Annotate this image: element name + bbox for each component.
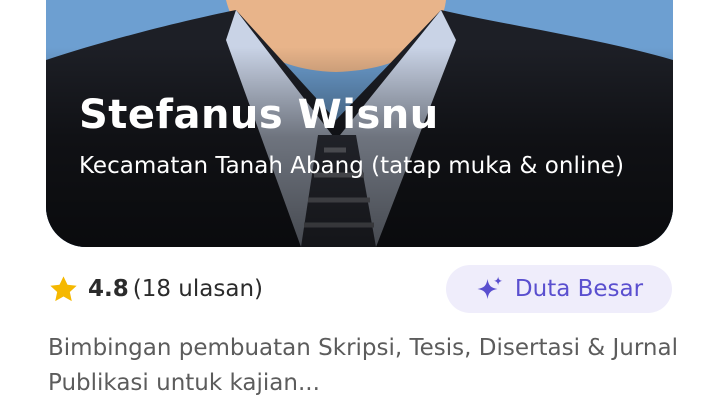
profile-photo[interactable]: Stefanus Wisnu Kecamatan Tanah Abang (ta… [46,0,673,247]
duta-besar-badge[interactable]: Duta Besar [446,265,672,313]
rating-count: (18 ulasan) [132,276,263,302]
tutor-name: Stefanus Wisnu [79,92,439,138]
tutor-card[interactable]: Stefanus Wisnu Kecamatan Tanah Abang (ta… [0,0,720,405]
sparkle-icon [477,276,503,299]
rating-summary[interactable]: 4.8 (18 ulasan) [48,273,263,305]
tutor-location: Kecamatan Tanah Abang (tatap muka & onli… [79,153,624,179]
badge-label: Duta Besar [514,276,644,302]
tutor-description: Bimbingan pembuatan Skripsi, Tesis, Dise… [48,335,678,396]
photo-overlay [46,47,673,247]
rating-value: 4.8 [88,276,129,302]
star-icon [50,275,77,301]
